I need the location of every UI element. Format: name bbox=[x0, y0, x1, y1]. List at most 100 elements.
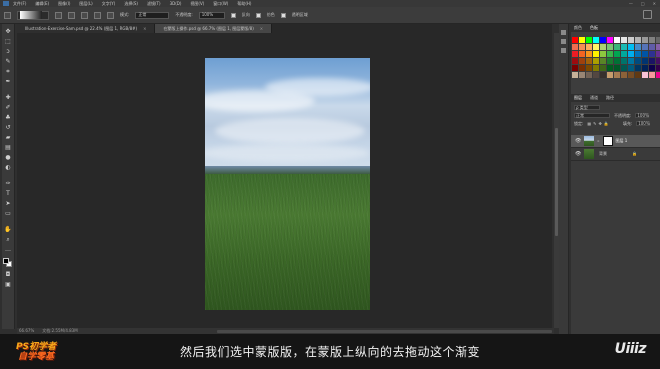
layer-kind-filter[interactable]: ρ 类型 bbox=[574, 105, 600, 110]
color-swatch[interactable] bbox=[649, 44, 655, 50]
color-swatch[interactable] bbox=[635, 44, 641, 50]
color-swatch[interactable] bbox=[572, 58, 578, 64]
tab-mask-document[interactable]: 在蒙版上操作.psd @ 66.7% (图层 1, 图层蒙版/8) × bbox=[155, 24, 273, 33]
tab-paths[interactable]: 路径 bbox=[606, 96, 614, 100]
color-swatch[interactable] bbox=[642, 51, 648, 57]
color-swatch[interactable] bbox=[579, 65, 585, 71]
color-swatch[interactable] bbox=[614, 51, 620, 57]
color-swatch[interactable] bbox=[628, 65, 634, 71]
color-swatch[interactable] bbox=[586, 44, 592, 50]
zoom-tool-icon[interactable]: ⌕ bbox=[5, 236, 12, 243]
color-swatch[interactable] bbox=[614, 65, 620, 71]
color-swatch[interactable] bbox=[621, 51, 627, 57]
color-swatch[interactable] bbox=[656, 44, 660, 50]
menu-filter[interactable]: 滤镜(T) bbox=[147, 1, 161, 6]
mode-select[interactable]: 正常 bbox=[135, 11, 170, 19]
minimize-button[interactable]: — bbox=[629, 1, 633, 6]
layer-thumbnail[interactable] bbox=[584, 136, 594, 146]
color-swatch[interactable] bbox=[628, 51, 634, 57]
menu-file[interactable]: 文件(F) bbox=[13, 1, 26, 6]
marquee-tool-icon[interactable]: ⬚ bbox=[5, 38, 12, 45]
color-swatch[interactable] bbox=[600, 58, 606, 64]
eyedropper-tool-icon[interactable]: ✒ bbox=[5, 78, 12, 85]
color-swatch[interactable] bbox=[572, 65, 578, 71]
gradient-picker[interactable] bbox=[17, 10, 49, 20]
color-swatch[interactable] bbox=[572, 44, 578, 50]
color-swatch[interactable] bbox=[572, 72, 578, 78]
color-swatch[interactable] bbox=[586, 65, 592, 71]
adjustments-panel-icon[interactable] bbox=[561, 48, 566, 53]
color-swatch[interactable] bbox=[572, 37, 578, 43]
close-button[interactable]: ✕ bbox=[653, 1, 656, 6]
color-swatch[interactable] bbox=[621, 72, 627, 78]
radial-gradient-icon[interactable] bbox=[68, 11, 75, 19]
zoom-readout[interactable]: 66.67% bbox=[19, 329, 34, 333]
menu-window[interactable]: 窗口(W) bbox=[213, 1, 228, 6]
canvas-area[interactable] bbox=[17, 33, 552, 328]
color-swatch[interactable] bbox=[642, 58, 648, 64]
color-swatch[interactable] bbox=[656, 58, 660, 64]
color-swatch[interactable] bbox=[649, 65, 655, 71]
color-swatch[interactable] bbox=[621, 37, 627, 43]
color-swatch[interactable] bbox=[607, 51, 613, 57]
close-icon[interactable]: × bbox=[260, 26, 263, 31]
tab-channels[interactable]: 通道 bbox=[590, 96, 598, 100]
color-swatch[interactable] bbox=[593, 37, 599, 43]
dither-checkbox[interactable] bbox=[255, 12, 261, 18]
color-swatch[interactable] bbox=[600, 44, 606, 50]
reflected-gradient-icon[interactable] bbox=[94, 11, 101, 19]
foreground-background-swatch[interactable] bbox=[3, 258, 13, 268]
menu-image[interactable]: 图像(I) bbox=[58, 1, 70, 6]
color-swatch[interactable] bbox=[642, 65, 648, 71]
shape-tool-icon[interactable]: ▭ bbox=[5, 210, 12, 217]
reverse-checkbox[interactable] bbox=[230, 12, 236, 18]
color-swatch[interactable] bbox=[600, 37, 606, 43]
menu-layer[interactable]: 图层(L) bbox=[79, 1, 92, 6]
brush-tool-icon[interactable]: ✐ bbox=[5, 104, 12, 111]
color-swatch[interactable] bbox=[635, 51, 641, 57]
color-swatch[interactable] bbox=[656, 37, 660, 43]
color-swatch[interactable] bbox=[607, 58, 613, 64]
color-swatch[interactable] bbox=[649, 37, 655, 43]
color-swatch[interactable] bbox=[607, 72, 613, 78]
menu-help[interactable]: 帮助(H) bbox=[237, 1, 251, 6]
dodge-tool-icon[interactable]: ◐ bbox=[5, 164, 12, 171]
layer-thumbnail[interactable] bbox=[584, 149, 594, 159]
path-select-tool-icon[interactable]: ➤ bbox=[5, 200, 12, 207]
color-swatch[interactable] bbox=[649, 72, 655, 78]
color-swatch[interactable] bbox=[635, 37, 641, 43]
color-swatch[interactable] bbox=[628, 37, 634, 43]
pen-tool-icon[interactable]: ✑ bbox=[5, 180, 12, 187]
layer-row-layer1[interactable]: 👁 ∞ 图层 1 bbox=[571, 135, 660, 148]
color-swatch[interactable] bbox=[649, 51, 655, 57]
gradient-tool-icon[interactable]: ▤ bbox=[5, 144, 12, 151]
more-tools-icon[interactable]: … bbox=[5, 246, 12, 253]
color-swatch[interactable] bbox=[642, 37, 648, 43]
color-swatch[interactable] bbox=[600, 51, 606, 57]
clone-stamp-tool-icon[interactable]: ♣ bbox=[5, 114, 12, 121]
document-canvas[interactable] bbox=[205, 58, 370, 310]
lock-icons[interactable]: ▦✎✥🔒 bbox=[587, 121, 610, 126]
angle-gradient-icon[interactable] bbox=[81, 11, 88, 19]
menu-view[interactable]: 视图(V) bbox=[190, 1, 204, 6]
color-swatch[interactable] bbox=[593, 58, 599, 64]
color-swatch[interactable] bbox=[642, 44, 648, 50]
color-swatch[interactable] bbox=[621, 58, 627, 64]
color-swatch[interactable] bbox=[600, 72, 606, 78]
color-swatch[interactable] bbox=[628, 44, 634, 50]
layer-row-background[interactable]: 👁 背景 🔒 bbox=[571, 148, 660, 161]
tab-illustration[interactable]: Illustration-Exercise-Sam.psd @ 22.4% (图… bbox=[17, 24, 156, 33]
workspace-icon[interactable] bbox=[643, 10, 652, 19]
color-swatch[interactable] bbox=[579, 72, 585, 78]
opacity-input[interactable]: 100% bbox=[198, 11, 225, 19]
color-swatch[interactable] bbox=[593, 72, 599, 78]
color-swatch[interactable] bbox=[656, 51, 660, 57]
color-swatch[interactable] bbox=[614, 37, 620, 43]
gradient-tool-preset-icon[interactable] bbox=[4, 11, 11, 19]
menu-type[interactable]: 文字(Y) bbox=[102, 1, 116, 6]
color-swatch[interactable] bbox=[579, 44, 585, 50]
menu-edit[interactable]: 编辑(E) bbox=[35, 1, 49, 6]
color-swatch[interactable] bbox=[656, 65, 660, 71]
visibility-eye-icon[interactable]: 👁 bbox=[575, 138, 581, 144]
color-swatch[interactable] bbox=[586, 72, 592, 78]
